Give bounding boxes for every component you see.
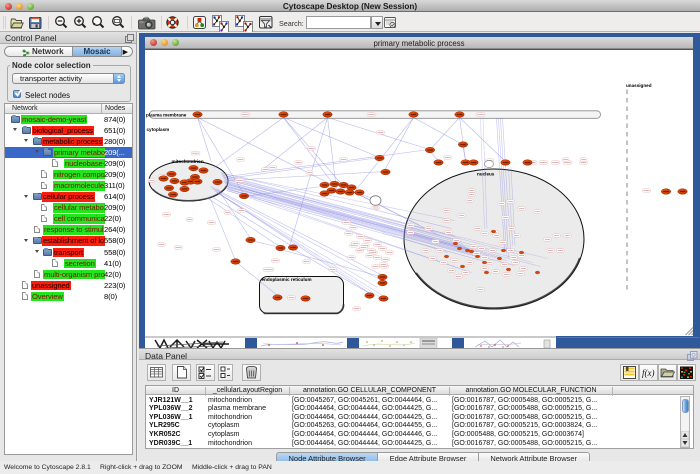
svg-text:nucleus: nucleus — [477, 171, 495, 176]
svg-text:cytoplasm: cytoplasm — [147, 127, 170, 132]
svg-text:mitochondrion: mitochondrion — [172, 159, 204, 164]
svg-text:endoplasmic reticulum: endoplasmic reticulum — [262, 277, 312, 282]
svg-text:plasma membrane: plasma membrane — [146, 112, 187, 117]
svg-text:unassigned: unassigned — [626, 83, 652, 88]
svg-text:f(x): f(x) — [642, 368, 655, 378]
